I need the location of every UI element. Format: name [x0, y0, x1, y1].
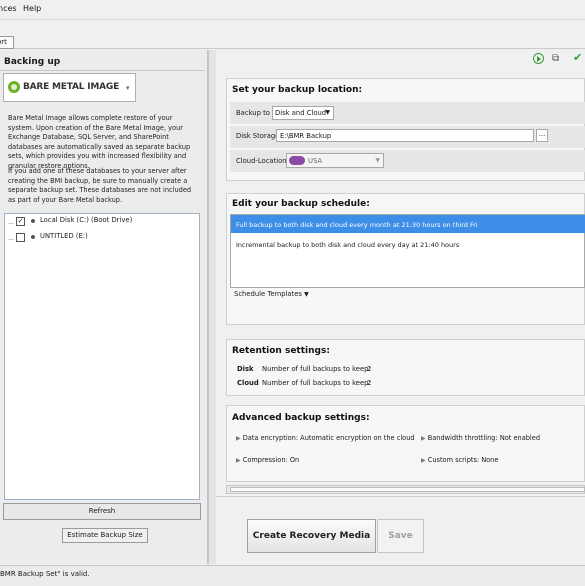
tree-line-icon: —: [8, 220, 14, 227]
section-title: Edit your backup schedule:: [232, 199, 370, 209]
schedule-templates-menu[interactable]: Schedule Templates ▼: [234, 290, 309, 298]
menu-item-preferences[interactable]: nces: [0, 4, 17, 13]
compression-setting[interactable]: ▶ Compression: On: [236, 456, 299, 464]
retention-cloud-value[interactable]: 2: [367, 379, 371, 387]
checkbox[interactable]: ✓: [16, 217, 25, 226]
chevron-down-icon: ▼: [304, 291, 309, 298]
scrollbar-thumb[interactable]: [230, 487, 585, 492]
toolbar: [0, 20, 585, 49]
list-item[interactable]: — UNTITLED (E:): [8, 231, 196, 244]
schedule-item[interactable]: Incremental backup to both disk and clou…: [236, 241, 459, 249]
expand-arrow-icon: ▶: [421, 435, 426, 442]
menu-item-help[interactable]: Help: [23, 4, 41, 13]
expand-arrow-icon: ▶: [236, 457, 241, 464]
drive-icon: [31, 235, 35, 239]
drive-icon: [31, 219, 35, 223]
cloud-location-value: USA: [308, 157, 323, 165]
disk-storage-input[interactable]: E:\BMR Backup: [276, 129, 534, 142]
retention-disk-label: Disk: [237, 365, 254, 373]
toolbar-button[interactable]: ort: [0, 36, 14, 49]
backup-to-select[interactable]: Disk and Cloud ▼: [272, 106, 334, 120]
expand-arrow-icon: ▶: [421, 457, 426, 464]
bandwidth-throttling-label: Bandwidth throttling: Not enabled: [427, 434, 540, 442]
data-encryption-label: Data encryption: Automatic encryption on…: [242, 434, 415, 442]
chevron-down-icon[interactable]: ▾: [126, 84, 130, 92]
cloud-location-label: Cloud-Location: [236, 157, 287, 165]
schedule-item[interactable]: Full backup to both disk and cloud every…: [236, 221, 478, 229]
estimate-backup-size-button[interactable]: Estimate Backup Size: [62, 528, 148, 543]
bare-metal-logo-icon-inner: [11, 84, 17, 90]
disk-storage-label: Disk Storage: [236, 132, 280, 140]
schedule-templates-label: Schedule Templates: [234, 290, 302, 298]
chevron-down-icon: ▼: [325, 109, 330, 116]
backup-to-value: Disk and Cloud: [275, 109, 327, 117]
tree-line-icon: —: [8, 236, 14, 243]
status-text: BMR Backup Set" is valid.: [0, 570, 90, 578]
divider: [0, 70, 205, 71]
create-recovery-media-button[interactable]: Create Recovery Media: [247, 519, 376, 553]
list-item[interactable]: — ✓ Local Disk (C:) (Boot Drive): [8, 215, 196, 228]
save-button[interactable]: Save: [377, 519, 424, 553]
custom-scripts-label: Custom scripts: None: [427, 456, 499, 464]
retention-cloud-label: Cloud: [237, 379, 259, 387]
backup-to-label: Backup to: [236, 109, 270, 117]
drive-label: Local Disk (C:) (Boot Drive): [40, 216, 133, 224]
retention-disk-text: Number of full backups to keep:: [262, 365, 371, 373]
advanced-settings-section: Advanced backup settings:: [226, 405, 585, 482]
retention-disk-value[interactable]: 2: [367, 365, 371, 373]
description-text-1: Bare Metal Image allows complete restore…: [8, 114, 191, 170]
bandwidth-throttling-setting[interactable]: ▶ Bandwidth throttling: Not enabled: [421, 434, 540, 442]
refresh-button[interactable]: Refresh: [3, 503, 201, 520]
section-title: Retention settings:: [232, 346, 330, 356]
browse-button[interactable]: ...: [536, 129, 548, 142]
panel-title: Backing up: [4, 57, 61, 67]
drive-list: [4, 213, 200, 500]
disk-storage-value: E:\BMR Backup: [280, 132, 332, 140]
play-icon-triangle: [537, 56, 541, 62]
compression-label: Compression: On: [242, 456, 300, 464]
menu-bar: nces Help: [0, 0, 585, 20]
backup-type-label: BARE METAL IMAGE: [23, 82, 120, 92]
expand-arrow-icon: ▶: [236, 435, 241, 442]
retention-cloud-text: Number of full backups to keep:: [262, 379, 371, 387]
custom-scripts-setting[interactable]: ▶ Custom scripts: None: [421, 456, 498, 464]
section-title: Advanced backup settings:: [232, 413, 370, 423]
description-text-2: If you add one of these databases to you…: [8, 167, 192, 204]
cloud-icon: [289, 156, 305, 165]
right-panel-header: [216, 50, 585, 68]
copy-icon[interactable]: ⧉: [552, 53, 559, 64]
check-icon[interactable]: ✔: [573, 51, 582, 64]
chevron-down-icon: ▼: [375, 157, 380, 164]
cloud-location-select[interactable]: USA ▼: [286, 153, 384, 168]
data-encryption-setting[interactable]: ▶ Data encryption: Automatic encryption …: [236, 434, 415, 442]
checkbox[interactable]: [16, 233, 25, 242]
drive-label: UNTITLED (E:): [40, 232, 88, 240]
section-title: Set your backup location:: [232, 85, 363, 95]
